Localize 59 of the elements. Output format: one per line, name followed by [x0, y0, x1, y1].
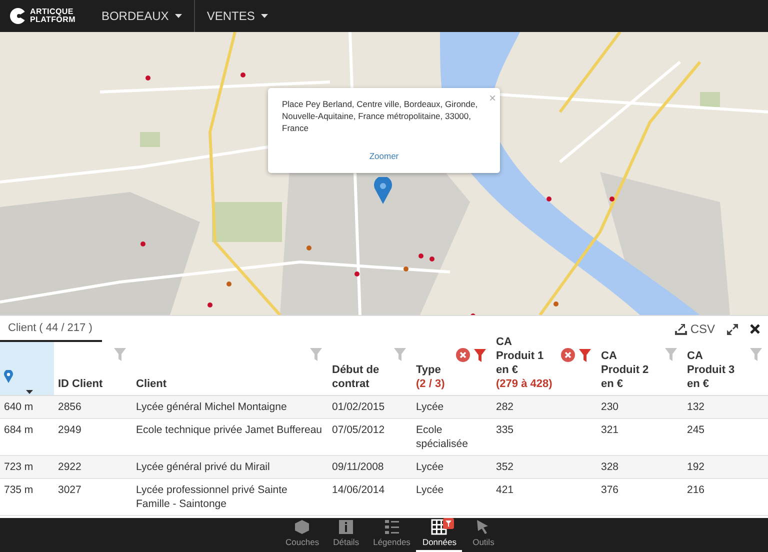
table-cell: Lycée — [412, 456, 492, 479]
nav-tab[interactable]: Outils — [462, 518, 504, 552]
table-cell: 328 — [597, 456, 683, 479]
table-cell: 376 — [597, 479, 683, 516]
sort-column-header[interactable] — [0, 342, 54, 396]
zoom-link[interactable]: Zoomer — [369, 151, 399, 161]
table-cell: 2922 — [54, 456, 132, 479]
table-cell: 735 m — [0, 479, 54, 516]
column-header: Type — [416, 363, 442, 377]
table-cell: 640 m — [0, 396, 54, 419]
table-cell: 3027 — [54, 479, 132, 516]
location-pin-icon — [374, 177, 392, 204]
export-icon — [675, 324, 688, 334]
nav-tab[interactable]: Couches — [280, 518, 326, 552]
column-header: CA Produit 1 en € — [496, 335, 545, 377]
column-header: Client — [136, 377, 167, 391]
table-cell: 09/11/2008 — [328, 456, 412, 479]
column-header: ID Client — [58, 377, 103, 391]
caret-icon — [260, 14, 268, 18]
table-cell: 14/06/2014 — [328, 479, 412, 516]
caret-icon — [174, 14, 182, 18]
table-cell: 01/02/2015 — [328, 396, 412, 419]
table-cell: Lycée — [412, 396, 492, 419]
logo-icon — [10, 8, 26, 24]
table-cell: Lycée — [412, 479, 492, 516]
table-cell: 230 — [597, 396, 683, 419]
table-cell: Lycée général Michel Montaigne — [132, 396, 328, 419]
filter-icon[interactable] — [474, 348, 486, 362]
clear-filter-icon[interactable] — [561, 348, 575, 362]
table-cell: 192 — [683, 456, 768, 479]
list-icon — [384, 519, 400, 535]
nav-tab[interactable]: Données — [416, 518, 462, 552]
table-cell: 2856 — [54, 396, 132, 419]
filter-icon[interactable] — [579, 348, 591, 362]
menu-dropdown[interactable]: BORDEAUX — [89, 0, 194, 32]
table-cell: Lycée général privé du Mirail — [132, 456, 328, 479]
table-cell: Lycée professionnel privé Sainte Famille - Saintonge — [132, 479, 328, 516]
filter-summary: (279 à 428) — [496, 377, 552, 391]
column-header: CA Produit 2 en € — [601, 349, 650, 391]
close-icon[interactable] — [750, 324, 760, 334]
table-cell: 282 — [492, 396, 597, 419]
expand-icon[interactable] — [727, 324, 738, 334]
nav-tab[interactable]: Légendes — [367, 518, 416, 552]
table-cell: 132 — [683, 396, 768, 419]
address-text: Place Pey Berland, Centre ville, Bordeaux, Gironde, Nouvelle-Aquitaine, France métropolitaine, 33000, France — [282, 98, 479, 134]
table-cell: 723 m — [0, 456, 54, 479]
table-cell: 216 — [683, 479, 768, 516]
table-cell: 421 — [492, 479, 597, 516]
column-header: Début de contrat — [332, 363, 380, 391]
menu-dropdown[interactable]: VENTES — [194, 0, 280, 32]
clear-filter-icon[interactable] — [456, 348, 470, 362]
table-cell: 352 — [492, 456, 597, 479]
filter-summary: (2 / 3) — [416, 377, 445, 391]
column-header: CA Produit 3 en € — [687, 349, 736, 391]
nav-tab[interactable]: Détails — [325, 518, 368, 552]
csv-export-button[interactable]: CSV — [675, 322, 715, 336]
location-pin-icon — [4, 370, 13, 383]
logo-text: ARTICQUE PLATFORM — [30, 8, 76, 24]
sort-descending-icon — [26, 390, 33, 394]
